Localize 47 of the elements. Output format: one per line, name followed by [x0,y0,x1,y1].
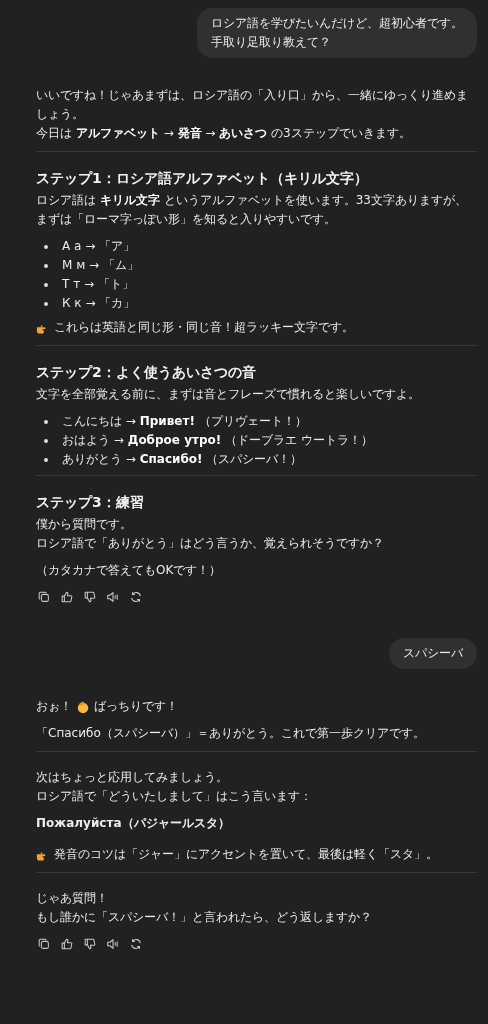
paragraph-text: じゃあ質問！ [36,890,109,907]
list-item-text: А а → 「ア」 [62,239,136,253]
paragraph-text: 僕から質問です。 [36,516,133,533]
paragraph-text: （カタカナで答えてもOKです！） [36,562,223,579]
section-heading: ステップ1：ロシア語アルファベット（キリル文字） [36,169,369,188]
bullet-icon [44,420,48,424]
thumbs-down-icon[interactable] [83,590,97,604]
bullet-icon [44,439,48,443]
paragraph-text: ロシア語は キリル文字 というアルファベットを使います。33文字ありますが、まずは「ローマ字っぽい形」を知ると入りやすいです。 [36,192,468,228]
paragraph-text: おぉ！ [36,698,72,715]
list-item-text: М м → 「ム」 [62,258,139,272]
list-item-text: こんにちは → Привет! （プリヴェート！） [62,414,307,428]
list-item-text: ありがとう → Спасибо! （スパシーバ！） [62,452,303,466]
thumbs-up-icon[interactable] [60,937,74,951]
message-text: 手取り足取り教えて？ [211,34,332,51]
bullet-icon [44,302,48,306]
list-item-text: К к → 「カ」 [62,296,136,310]
bullet-icon [44,458,48,462]
thumbs-up-icon[interactable] [60,590,74,604]
list-item-text: Т т → 「ト」 [62,277,134,291]
paragraph-text: もし誰かに「スパシーバ！」と言われたら、どう返しますか？ [36,909,373,926]
paragraph-text: 文字を全部覚える前に、まずは音とフレーズで慣れると楽しいですよ。 [36,386,421,403]
paragraph-text: 発音のコツは「ジャー」にアクセントを置いて、最後は軽く「スタ」。 [54,846,438,863]
paragraph-text: 次はちょっと応用してみましょう。 [36,769,229,786]
paragraph-text: ロシア語で「どういたしまして」はこう言います： [36,788,313,805]
paragraph-text: 「Спасибо（スパシーバ）」＝ありがとう。これで第一歩クリアです。 [36,725,426,742]
copy-icon[interactable] [37,590,51,604]
speaker-icon[interactable] [106,937,120,951]
bullet-icon [44,245,48,249]
thumbs-down-icon[interactable] [83,937,97,951]
section-heading: ステップ3：練習 [36,493,145,512]
regenerate-icon[interactable] [129,937,143,951]
message-text: ロシア語を学びたいんだけど、超初心者です。 [211,15,463,32]
regenerate-icon[interactable] [129,590,143,604]
message-text: スパシーバ [403,645,463,662]
paragraph-text: これらは英語と同じ形・同じ音！超ラッキー文字です。 [54,319,354,336]
paragraph-text: 今日は アルファベット → 発音 → あいさつ の3ステップでいきます。 [36,125,412,142]
list-item-text: おはよう → Доброе утро! （ドーブラエ ウートラ！） [62,433,373,447]
paragraph-text: いいですね！じゃあまずは、ロシア語の「入り口」から、一緒にゆっくり進めましょう。 [36,87,469,123]
copy-icon[interactable] [37,937,51,951]
bullet-icon [44,264,48,268]
section-heading: ステップ2：よく使うあいさつの音 [36,363,257,382]
paragraph-text: ばっちりです！ [94,698,178,715]
bullet-icon [44,283,48,287]
paragraph-text: Пожалуйста（パジャールスタ） [36,815,231,832]
paragraph-text: ロシア語で「ありがとう」はどう言うか、覚えられそうですか？ [36,535,385,552]
speaker-icon[interactable] [106,590,120,604]
